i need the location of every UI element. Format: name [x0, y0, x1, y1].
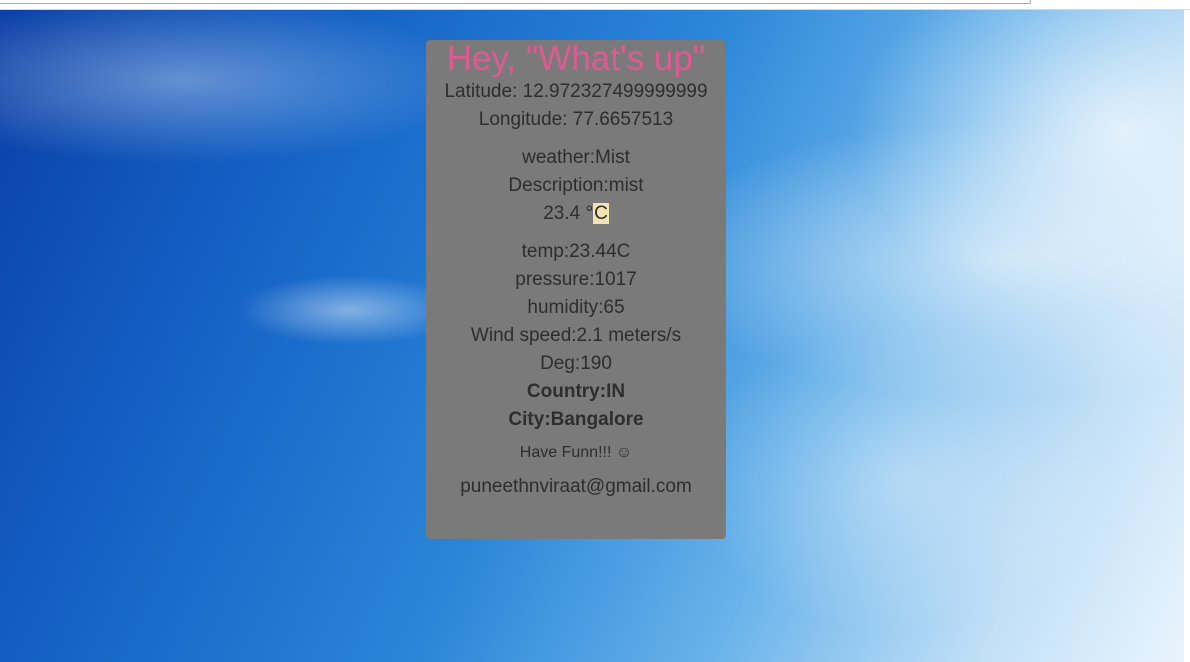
- city-text: City:Bangalore: [508, 409, 644, 430]
- address-bar[interactable]: [0, 0, 1031, 4]
- longitude-text: Longitude: 77.6657513: [478, 109, 674, 130]
- humidity-text: humidity:65: [527, 297, 625, 318]
- description-text: Description:mist: [508, 175, 644, 196]
- contact-email: puneethnviraat@gmail.com: [460, 476, 692, 497]
- page-edge: [1184, 10, 1190, 662]
- weather-text: weather:Mist: [522, 147, 630, 168]
- wind-degree-text: Deg:190: [540, 353, 612, 374]
- wind-speed-text: Wind speed:2.1 meters/s: [470, 325, 682, 346]
- browser-toolbar: [0, 0, 1190, 10]
- temperature-value: 23.4 °: [543, 203, 594, 224]
- weather-card: Hey, "What's up" Latitude: 12.9723274999…: [426, 40, 726, 539]
- latitude-text: Latitude: 12.972327499999999: [444, 81, 708, 102]
- country-text: Country:IN: [526, 381, 626, 402]
- temperature-reading: 23.4 °C: [426, 200, 726, 228]
- greeting-title: Hey, "What's up": [446, 39, 706, 78]
- have-fun-text: Have Funn!!! ☺: [519, 444, 633, 461]
- temperature-unit[interactable]: C: [593, 203, 609, 224]
- temp-text: temp:23.44C: [521, 241, 631, 262]
- pressure-text: pressure:1017: [515, 269, 637, 290]
